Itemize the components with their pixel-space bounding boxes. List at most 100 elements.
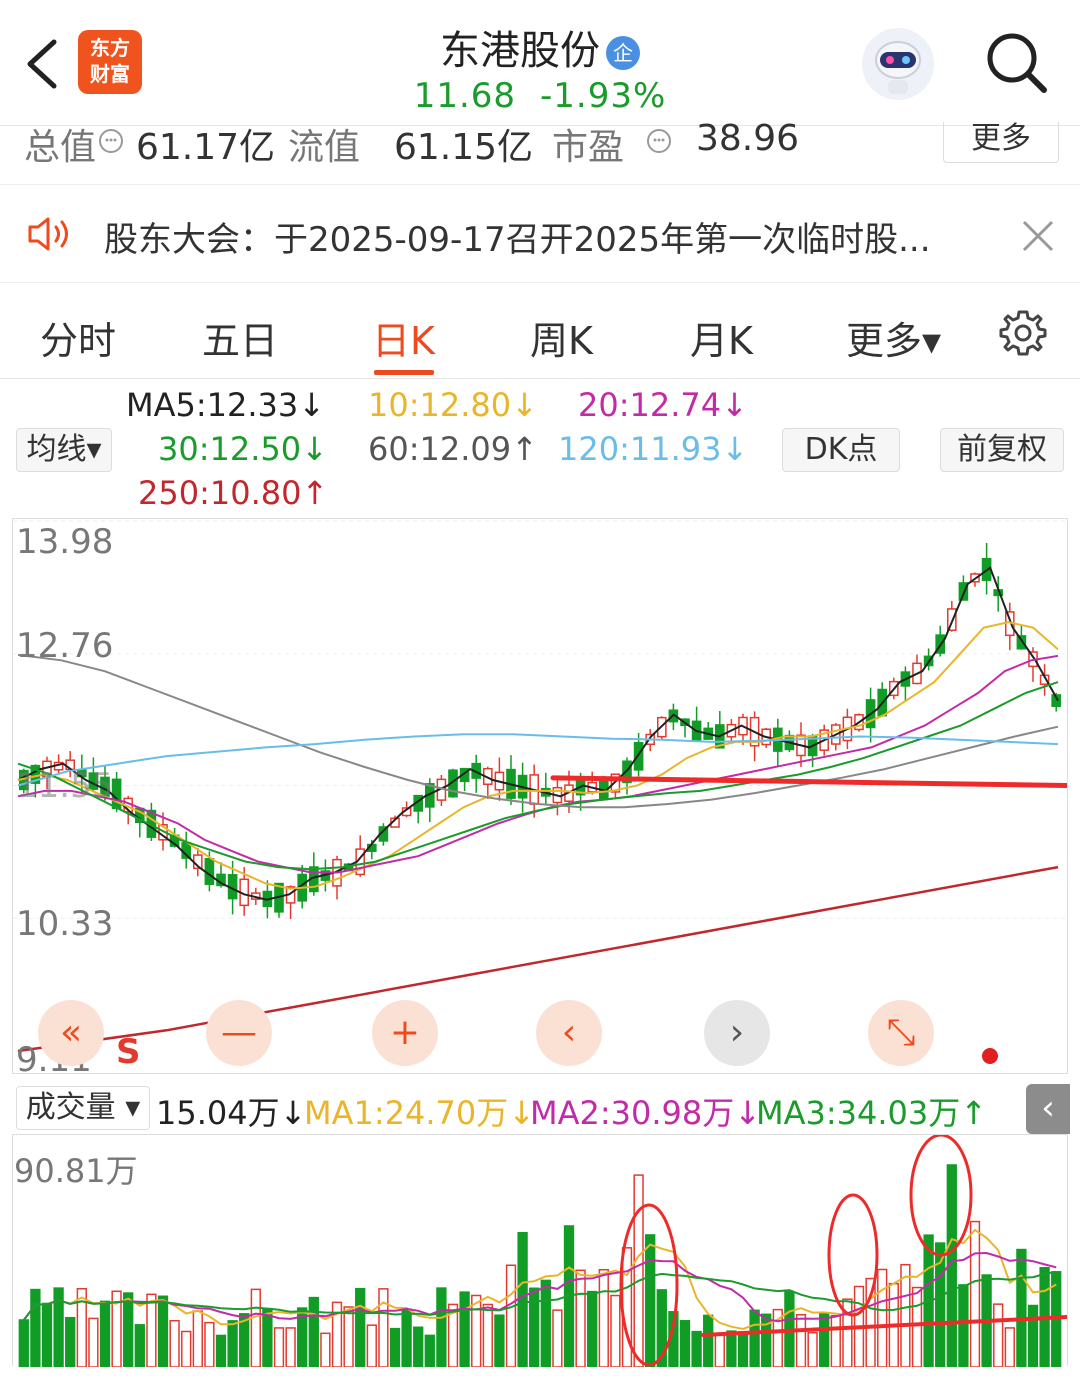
ma10-label: 10:12.80↓ — [368, 386, 538, 424]
volume-bar — [250, 1288, 261, 1368]
volume-bar — [88, 1317, 99, 1368]
volume-bar — [819, 1312, 830, 1368]
volume-bar — [505, 1264, 517, 1368]
assistant-robot-icon[interactable] — [862, 28, 934, 100]
volume-bar — [645, 1234, 656, 1368]
scroll-left-button[interactable]: ‹ — [536, 1000, 602, 1066]
volume-bar — [969, 1220, 981, 1368]
volume-bar — [726, 1330, 737, 1368]
volume-bar — [1027, 1304, 1039, 1368]
notice-text[interactable]: 股东大会：于2025-09-17召开2025年第一次临时股... — [104, 212, 931, 261]
volume-bar — [308, 1296, 319, 1368]
volume-bar — [378, 1288, 389, 1368]
volume-bar — [795, 1314, 807, 1368]
adjust-price-button[interactable]: 前复权 — [940, 428, 1064, 472]
ma20-label: 20:12.74↓ — [578, 386, 748, 424]
volume-bar — [471, 1294, 482, 1368]
top-bar: 东方 财富 东港股份企 11.68 -1.93% — [0, 0, 1080, 126]
volume-bar — [540, 1279, 551, 1368]
volume-bar — [99, 1300, 111, 1368]
fullscreen-button[interactable]: ⤡ — [868, 1000, 934, 1066]
stats-row: 总值 61.17亿 流值 61.15亿 市盈 38.96 — [0, 118, 1080, 185]
volume-bar — [157, 1295, 169, 1368]
tab-weekly-k[interactable]: 周K — [530, 310, 593, 365]
info-face-icon[interactable] — [646, 128, 672, 154]
enterprise-badge-icon: 企 — [606, 36, 640, 70]
volume-bar — [146, 1293, 157, 1368]
volume-ma1: MA1:24.70万↓ — [304, 1094, 536, 1132]
active-tab-indicator — [374, 370, 434, 375]
volume-bar — [123, 1292, 134, 1368]
volume-bar — [41, 1302, 53, 1368]
info-face-icon[interactable] — [98, 128, 124, 154]
volume-bar — [413, 1326, 424, 1368]
tab-daily-k[interactable]: 日K — [372, 310, 435, 365]
volume-bar — [621, 1247, 633, 1368]
volume-bar — [169, 1319, 180, 1368]
volume-bar — [227, 1320, 238, 1368]
volume-bar — [830, 1314, 841, 1368]
more-stats-button[interactable]: 更多 — [943, 122, 1059, 163]
volume-bar — [587, 1290, 598, 1368]
scroll-right-button[interactable]: › — [704, 1000, 770, 1066]
jump-start-button[interactable]: « — [38, 1000, 104, 1066]
volume-bar — [714, 1334, 725, 1368]
volume-bar — [366, 1324, 377, 1368]
price-axis-lower: 10.33 — [16, 904, 114, 944]
zoom-in-button[interactable]: + — [372, 1000, 438, 1066]
volume-indicator-selector[interactable]: 成交量 ▾ — [16, 1086, 150, 1130]
volume-bar — [575, 1269, 586, 1368]
volume-bar — [1016, 1248, 1027, 1368]
dk-point-button[interactable]: DK点 — [782, 428, 900, 472]
ma5-line — [17, 566, 1059, 901]
volume-bar — [192, 1310, 203, 1368]
volume-bar — [181, 1330, 192, 1368]
gear-icon[interactable] — [998, 308, 1048, 358]
kline-chart[interactable] — [12, 518, 1070, 1074]
volume-svg — [18, 1133, 1069, 1368]
stock-name: 东港股份 — [440, 28, 600, 74]
tab-monthly-k[interactable]: 月K — [690, 310, 753, 365]
tab-more[interactable]: 更多▾ — [846, 310, 941, 365]
volume-bar — [273, 1327, 285, 1368]
volume-bar — [529, 1287, 540, 1368]
search-icon[interactable] — [984, 30, 1050, 96]
volume-bar — [401, 1308, 412, 1368]
zoom-out-button[interactable]: — — [206, 1000, 272, 1066]
ma5-label: MA5:12.33↓ — [126, 386, 326, 424]
float-value-label: 流值 — [288, 127, 361, 168]
volume-bar — [262, 1307, 273, 1368]
tab-divider — [0, 378, 1080, 379]
volume-bar — [993, 1303, 1004, 1368]
ma-selector-button[interactable]: 均线▾ — [16, 428, 112, 472]
volume-axis-max: 90.81万 — [14, 1152, 138, 1190]
candle-body — [1016, 635, 1027, 650]
volume-bar — [65, 1316, 76, 1368]
pe-value: 38.96 — [696, 118, 800, 159]
kline-svg — [13, 520, 1070, 1053]
change-percent: -1.93% — [540, 76, 667, 116]
total-value: 61.17亿 — [136, 127, 276, 168]
ma30-label: 30:12.50↓ — [158, 430, 328, 468]
volume-bar — [459, 1291, 470, 1368]
collapse-panel-button[interactable]: ‹ — [1026, 1084, 1070, 1134]
volume-bar — [389, 1327, 401, 1368]
volume-circle-annotation — [827, 1193, 879, 1317]
volume-bar — [900, 1263, 911, 1368]
volume-bar — [679, 1320, 691, 1368]
volume-circle-annotation — [909, 1133, 973, 1257]
speaker-icon — [28, 217, 68, 251]
volume-ma3: MA3:34.03万↑ — [756, 1094, 988, 1132]
float-value: 61.15亿 — [394, 127, 534, 168]
volume-chart[interactable] — [12, 1133, 1069, 1368]
volume-bar — [633, 1174, 644, 1368]
volume-bar — [494, 1314, 505, 1368]
tab-five-day[interactable]: 五日 — [202, 310, 278, 365]
pe-label: 市盈 — [552, 127, 625, 168]
candle-body — [633, 741, 644, 771]
sell-signal-marker: S — [116, 1032, 141, 1072]
volume-bar — [691, 1330, 702, 1368]
tab-intraday[interactable]: 分时 — [40, 310, 116, 365]
volume-bar — [1004, 1327, 1015, 1368]
close-icon[interactable] — [1020, 218, 1056, 254]
